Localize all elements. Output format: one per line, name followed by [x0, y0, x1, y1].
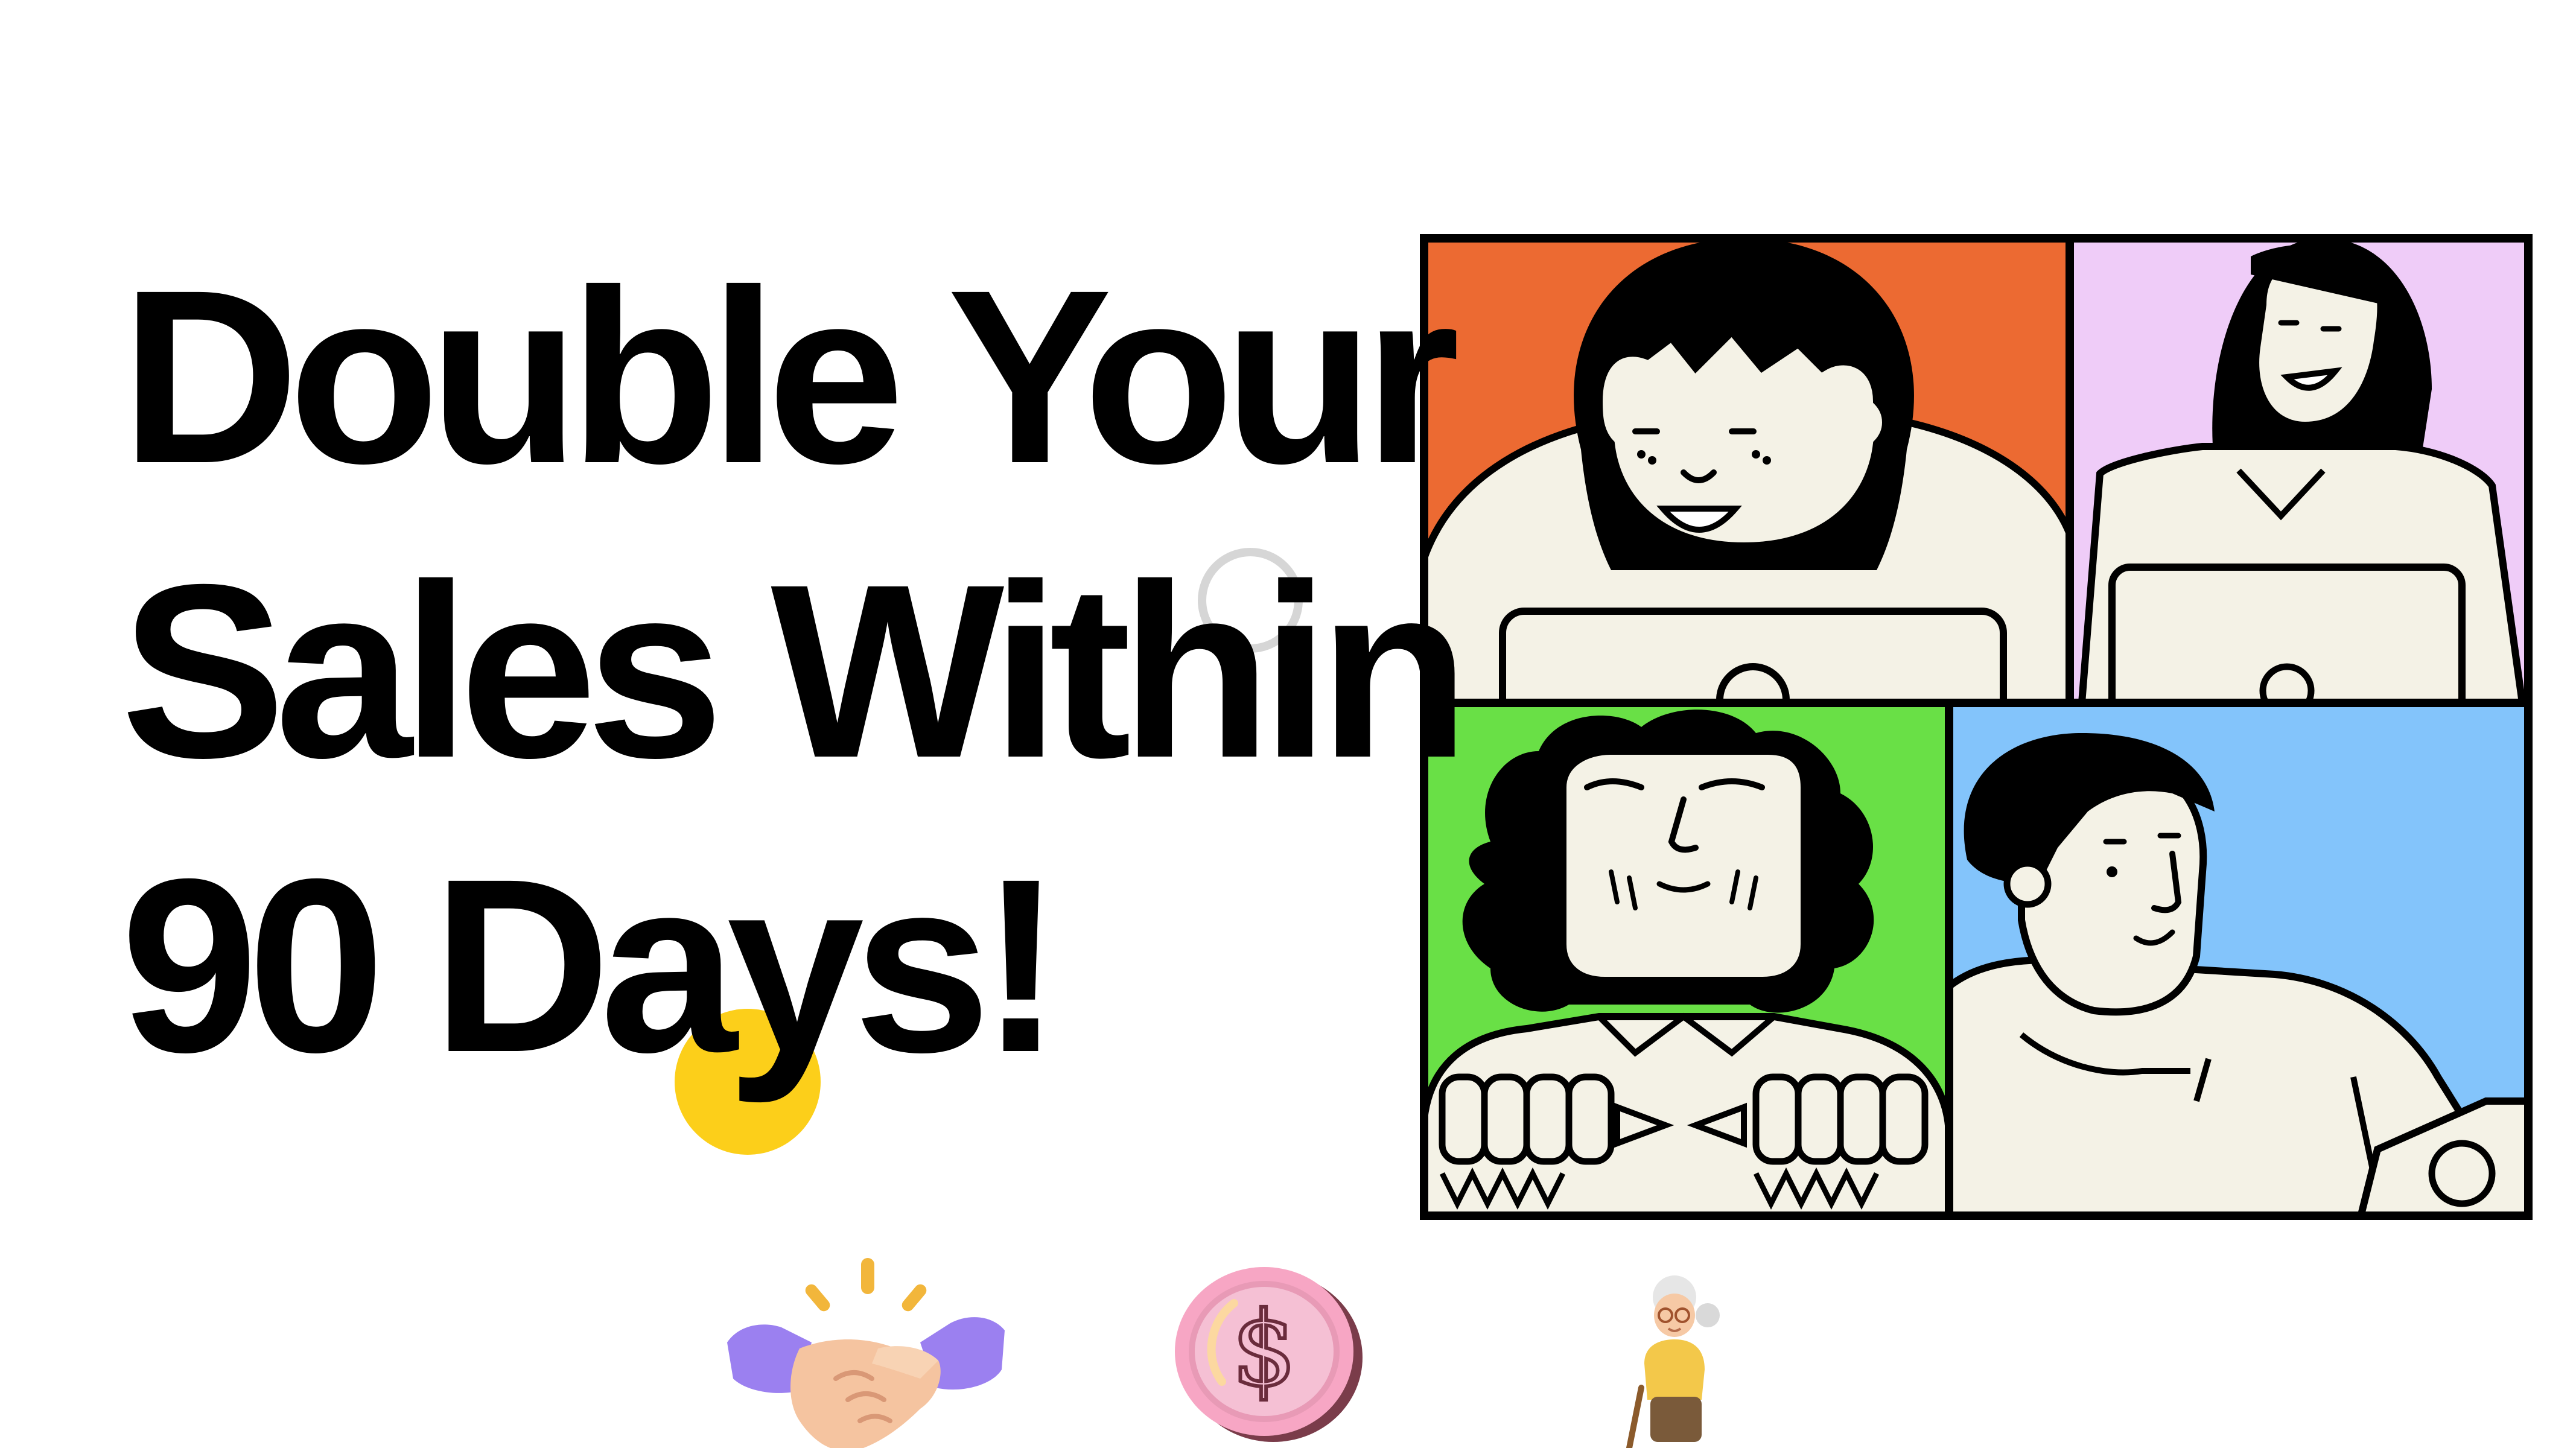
dollar-coin-icon: $: [1175, 1267, 1363, 1442]
panel-man-profile: [1949, 703, 2528, 1216]
handshake-icon: [727, 1258, 1005, 1448]
panel-woman-smiling: [1424, 238, 2070, 703]
headline-line-2: Sales Within: [121, 533, 1470, 809]
panel-elderly-woman: [1424, 703, 1949, 1216]
elderly-woman-icon: [1626, 1275, 1720, 1448]
headline-line-3: 90 Days!: [121, 827, 1063, 1103]
headline: Double Your Sales Within 90 Days!: [121, 229, 1470, 1113]
headline-line-1: Double Your: [121, 238, 1460, 515]
slide-canvas: Double Your Sales Within 90 Days! $: [0, 0, 2576, 1448]
panel-woman-laughing: [2070, 238, 2528, 703]
svg-text:$: $: [1232, 1290, 1297, 1409]
video-call-illustration: [1420, 234, 2533, 1220]
